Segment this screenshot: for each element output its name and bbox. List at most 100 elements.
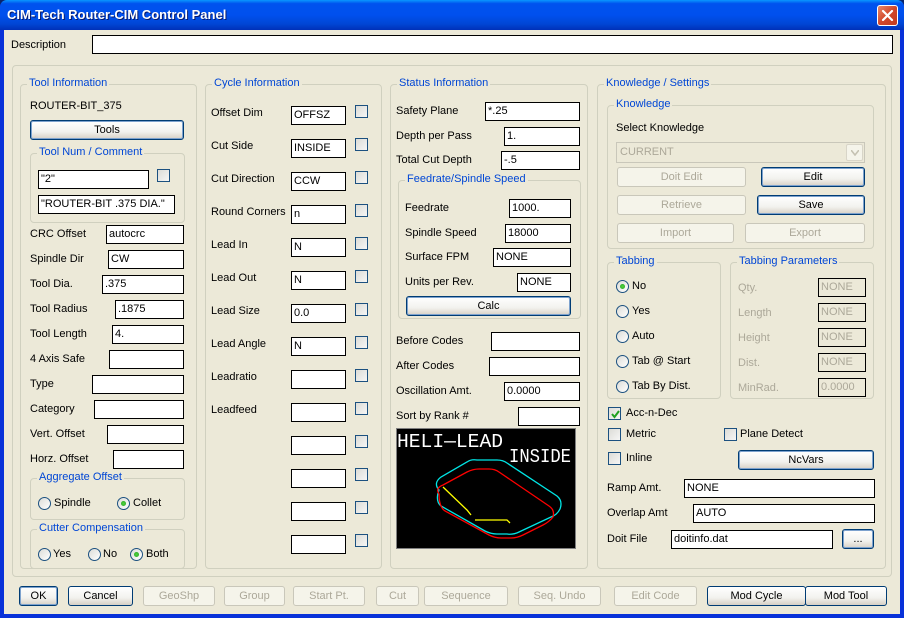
import-button[interactable]: Import xyxy=(617,223,734,243)
cycle-extra-10-checkbox[interactable] xyxy=(355,435,368,448)
cut-button[interactable]: Cut xyxy=(376,586,419,606)
cycle-extra-12-input[interactable] xyxy=(291,502,346,521)
chevron-down-icon[interactable] xyxy=(846,144,863,161)
export-button[interactable]: Export xyxy=(745,223,865,243)
plane-detect-checkbox[interactable] xyxy=(724,428,737,441)
total-cut-depth-input[interactable]: -.5 xyxy=(501,151,580,170)
depth-per-pass-input[interactable]: 1. xyxy=(504,127,580,146)
type-input[interactable] xyxy=(92,375,184,394)
doit-edit-button[interactable]: Doit Edit xyxy=(617,167,746,187)
category-input[interactable] xyxy=(94,400,184,419)
tool-radius-input[interactable]: .1875 xyxy=(115,300,184,319)
tab-param-qty-input[interactable]: NONE xyxy=(818,278,866,297)
leadratio-input[interactable] xyxy=(291,370,346,389)
cut-direction-input[interactable]: CCW xyxy=(291,172,346,191)
browse-doit-file-button[interactable]: ... xyxy=(842,529,874,549)
tool-comment-input[interactable]: "ROUTER-BIT .375 DIA." xyxy=(38,195,175,214)
retrieve-button[interactable]: Retrieve xyxy=(617,195,746,215)
tool-num-checkbox[interactable] xyxy=(157,169,170,182)
tab-param-minrad-input[interactable]: 0.0000 xyxy=(818,378,866,397)
tabbing-auto-radio[interactable] xyxy=(616,330,629,343)
leadratio-checkbox[interactable] xyxy=(355,369,368,382)
knowledge-select[interactable]: CURRENT xyxy=(616,142,865,163)
ok-button[interactable]: OK xyxy=(19,586,58,606)
save-button[interactable]: Save xyxy=(757,195,865,215)
acc-n-dec-checkbox[interactable] xyxy=(608,407,621,420)
cycle-extra-13-checkbox[interactable] xyxy=(355,534,368,547)
seq-undo-button[interactable]: Seq. Undo xyxy=(518,586,601,606)
round-corners-input[interactable]: n xyxy=(291,205,346,224)
spindle-speed-input[interactable]: 18000 xyxy=(505,224,571,243)
units-per-rev-input[interactable]: NONE xyxy=(517,273,571,292)
edit-button[interactable]: Edit xyxy=(761,167,865,187)
geoshp-button[interactable]: GeoShp xyxy=(143,586,215,606)
tool-length-input[interactable]: 4. xyxy=(112,325,184,344)
offset-dim-label: Offset Dim xyxy=(211,107,263,119)
safety-plane-input[interactable]: *.25 xyxy=(485,102,580,121)
spindle-dir-input[interactable]: CW xyxy=(108,250,184,269)
surface-fpm-input[interactable]: NONE xyxy=(493,248,571,267)
cutter-comp-yes-radio[interactable] xyxy=(38,548,51,561)
cycle-extra-13-input[interactable] xyxy=(291,535,346,554)
ramp-amt-input[interactable]: NONE xyxy=(684,479,875,498)
tool-num-input[interactable]: "2" xyxy=(38,170,149,189)
crc-offset-input[interactable]: autocrc xyxy=(106,225,184,244)
mod-cycle-button[interactable]: Mod Cycle xyxy=(707,586,806,606)
tabbing-tab-start-radio[interactable] xyxy=(616,355,629,368)
offset-dim-input[interactable]: OFFSZ xyxy=(291,106,346,125)
tab-param-length-input[interactable]: NONE xyxy=(818,303,866,322)
tab-param-dist-input[interactable]: NONE xyxy=(818,353,866,372)
vert-offset-input[interactable] xyxy=(107,425,184,444)
lead-in-checkbox[interactable] xyxy=(355,237,368,250)
offset-dim-checkbox[interactable] xyxy=(355,105,368,118)
inline-checkbox[interactable] xyxy=(608,452,621,465)
calc-button[interactable]: Calc xyxy=(406,296,571,316)
cut-side-checkbox[interactable] xyxy=(355,138,368,151)
overlap-amt-input[interactable]: AUTO xyxy=(693,504,875,523)
cycle-extra-12-checkbox[interactable] xyxy=(355,501,368,514)
aggregate-spindle-radio[interactable] xyxy=(38,497,51,510)
horz-offset-input[interactable] xyxy=(113,450,184,469)
oscillation-amt-input[interactable]: 0.0000 xyxy=(504,382,580,401)
tools-button[interactable]: Tools xyxy=(30,120,184,140)
group-button[interactable]: Group xyxy=(224,586,285,606)
lead-in-input[interactable]: N xyxy=(291,238,346,257)
lead-size-input[interactable]: 0.0 xyxy=(291,304,346,323)
after-codes-input[interactable] xyxy=(489,357,580,376)
aggregate-collet-radio[interactable] xyxy=(117,497,130,510)
lead-angle-checkbox[interactable] xyxy=(355,336,368,349)
leadfeed-input[interactable] xyxy=(291,403,346,422)
description-input[interactable] xyxy=(92,35,893,54)
close-button[interactable] xyxy=(877,5,898,26)
cycle-extra-11-checkbox[interactable] xyxy=(355,468,368,481)
sequence-button[interactable]: Sequence xyxy=(424,586,508,606)
tab-param-height-input[interactable]: NONE xyxy=(818,328,866,347)
feedrate-input[interactable]: 1000. xyxy=(509,199,571,218)
cutter-comp-no-radio[interactable] xyxy=(88,548,101,561)
cancel-button[interactable]: Cancel xyxy=(68,586,133,606)
metric-checkbox[interactable] xyxy=(608,428,621,441)
tabbing-no-radio[interactable] xyxy=(616,280,629,293)
before-codes-input[interactable] xyxy=(491,332,580,351)
ncvars-button[interactable]: NcVars xyxy=(738,450,874,470)
cut-direction-checkbox[interactable] xyxy=(355,171,368,184)
lead-angle-input[interactable]: N xyxy=(291,337,346,356)
cut-side-input[interactable]: INSIDE xyxy=(291,139,346,158)
4-axis-safe-input[interactable] xyxy=(109,350,184,369)
sort-by-rank-input[interactable] xyxy=(518,407,580,426)
cycle-extra-10-input[interactable] xyxy=(291,436,346,455)
edit-code-button[interactable]: Edit Code xyxy=(614,586,697,606)
cycle-extra-11-input[interactable] xyxy=(291,469,346,488)
tabbing-yes-radio[interactable] xyxy=(616,305,629,318)
start-pt-button[interactable]: Start Pt. xyxy=(293,586,365,606)
doit-file-input[interactable]: doitinfo.dat xyxy=(671,530,833,549)
tool-dia-input[interactable]: .375 xyxy=(102,275,184,294)
round-corners-checkbox[interactable] xyxy=(355,204,368,217)
tabbing-tab-by-dist-radio[interactable] xyxy=(616,380,629,393)
lead-size-checkbox[interactable] xyxy=(355,303,368,316)
leadfeed-checkbox[interactable] xyxy=(355,402,368,415)
lead-out-checkbox[interactable] xyxy=(355,270,368,283)
cutter-comp-both-radio[interactable] xyxy=(130,548,143,561)
lead-out-input[interactable]: N xyxy=(291,271,346,290)
mod-tool-button[interactable]: Mod Tool xyxy=(805,586,887,606)
